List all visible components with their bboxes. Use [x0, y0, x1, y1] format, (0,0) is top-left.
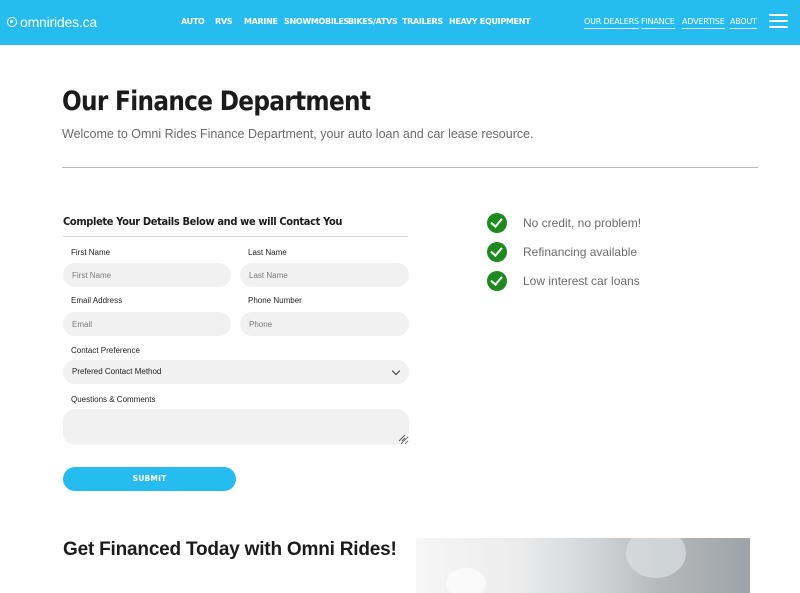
nav-item-bikes-atvs[interactable]: BIKES/ATVS [348, 17, 398, 27]
chevron-down-icon [391, 366, 401, 376]
submit-button[interactable]: SUBMIT [63, 467, 236, 491]
nav-item-rvs[interactable]: RVS [215, 17, 233, 27]
form-title-divider [63, 236, 408, 237]
nav-item-snowmobiles[interactable]: SNOWMOBILES [284, 17, 349, 27]
phone-label: Phone Number [248, 296, 302, 305]
benefit-item: Low interest car loans [487, 271, 640, 291]
contact-preference-select[interactable]: Prefered Contact Method [63, 360, 409, 384]
logo-text: omnirides.ca [20, 14, 97, 30]
nav-link-advertise[interactable]: ADVERTISE [682, 17, 725, 29]
section-title: Get Financed Today with Omni Rides! [63, 539, 397, 560]
email-input[interactable] [63, 312, 231, 336]
logo-icon [7, 17, 17, 27]
form-title: Complete Your Details Below and we will … [63, 215, 343, 228]
section-divider [62, 167, 758, 168]
nav-link-about[interactable]: ABOUT [730, 17, 757, 29]
first-name-input[interactable] [63, 263, 231, 287]
check-circle-icon [487, 242, 507, 262]
phone-input[interactable] [240, 312, 409, 336]
nav-item-marine[interactable]: MARINE [244, 17, 278, 27]
page-title: Our Finance Department [62, 86, 371, 117]
nav-item-auto[interactable]: AUTO [181, 17, 205, 27]
benefit-item: No credit, no problem! [487, 213, 641, 233]
resize-grip-icon[interactable] [398, 434, 406, 442]
nav-link-our-dealers[interactable]: OUR DEALERS [584, 17, 639, 29]
comments-label: Questions & Comments [71, 395, 156, 404]
nav-item-trailers[interactable]: TRAILERS [402, 17, 443, 27]
last-name-input[interactable] [240, 263, 409, 287]
benefit-text: Refinancing available [523, 245, 638, 259]
nav-link-finance[interactable]: FINANCE [641, 17, 675, 29]
last-name-label: Last Name [248, 248, 287, 257]
benefit-text: Low interest car loans [523, 274, 640, 288]
check-circle-icon [487, 213, 507, 233]
page-subtitle: Welcome to Omni Rides Finance Department… [62, 127, 534, 141]
finance-photo [416, 538, 750, 593]
benefit-text: No credit, no problem! [523, 216, 642, 230]
contact-preference-value: Prefered Contact Method [72, 367, 162, 376]
comments-textarea[interactable] [63, 409, 409, 445]
hamburger-icon[interactable] [769, 14, 788, 28]
site-logo[interactable]: omnirides.ca [7, 14, 97, 30]
top-navigation-bar: omnirides.ca AUTO RVS MARINE SNOWMOBILES… [0, 0, 800, 45]
check-circle-icon [487, 271, 507, 291]
first-name-label: First Name [71, 248, 111, 257]
contact-preference-label: Contact Preference [71, 346, 140, 355]
benefit-item: Refinancing available [487, 242, 637, 262]
email-label: Email Address [71, 296, 123, 305]
nav-item-heavy-equipment[interactable]: HEAVY EQUIPMENT [449, 17, 531, 27]
